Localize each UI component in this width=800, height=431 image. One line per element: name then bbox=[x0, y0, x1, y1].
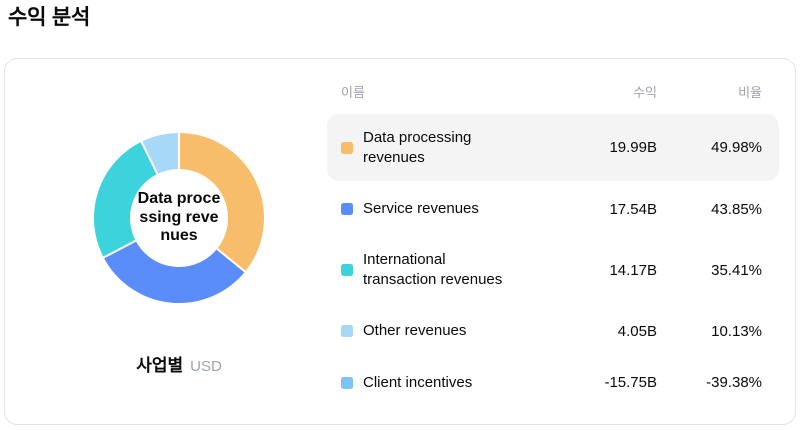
table-row[interactable]: International transaction revenues 14.17… bbox=[327, 237, 779, 303]
page-title: 수익 분석 bbox=[8, 4, 90, 32]
series-name: Other revenues bbox=[363, 321, 521, 341]
column-header-ratio: 비율 bbox=[657, 82, 762, 101]
donut-segment[interactable] bbox=[93, 141, 158, 258]
ratio-value: -39.38% bbox=[657, 374, 762, 391]
series-name: Data processing revenues bbox=[363, 128, 521, 168]
donut-chart[interactable]: Data processing revenues bbox=[75, 114, 283, 322]
legend-table: 이름 수익 비율 Data processing revenues 19.99B… bbox=[327, 59, 795, 424]
ratio-value: 43.85% bbox=[657, 201, 762, 218]
legend-color-swatch bbox=[341, 325, 353, 337]
legend-color-swatch bbox=[341, 142, 353, 154]
chart-caption: 사업별 USD bbox=[5, 351, 353, 376]
series-name: Service revenues bbox=[363, 199, 521, 219]
table-header-row: 이름 수익 비율 bbox=[327, 76, 779, 114]
table-row[interactable]: Data processing revenues 19.99B 49.98% bbox=[327, 114, 779, 181]
legend-color-swatch bbox=[341, 264, 353, 276]
donut-segment[interactable] bbox=[179, 132, 265, 272]
revenue-value: 4.05B bbox=[521, 323, 657, 340]
revenue-value: 19.99B bbox=[521, 139, 657, 156]
ratio-value: 49.98% bbox=[657, 139, 762, 156]
table-row[interactable]: Client incentives -15.75B -39.38% bbox=[327, 359, 779, 406]
ratio-value: 35.41% bbox=[657, 262, 762, 279]
revenue-breakdown-card: Data processing revenues 사업별 USD 이름 수익 비율… bbox=[4, 58, 796, 425]
donut-chart-svg[interactable] bbox=[75, 114, 283, 322]
table-body: Data processing revenues 19.99B 49.98% S… bbox=[327, 114, 779, 406]
group-by-label: 사업별 bbox=[136, 356, 183, 375]
ratio-value: 10.13% bbox=[657, 323, 762, 340]
series-name: International transaction revenues bbox=[363, 250, 521, 290]
table-row[interactable]: Service revenues 17.54B 43.85% bbox=[327, 181, 779, 237]
currency-unit-label: USD bbox=[190, 358, 222, 375]
revenue-value: -15.75B bbox=[521, 374, 657, 391]
donut-chart-pane: Data processing revenues 사업별 USD bbox=[5, 59, 327, 424]
revenue-value: 14.17B bbox=[521, 262, 657, 279]
revenue-value: 17.54B bbox=[521, 201, 657, 218]
legend-color-swatch bbox=[341, 203, 353, 215]
series-name: Client incentives bbox=[363, 373, 521, 393]
revenue-analysis-page: 수익 분석 Data processing revenues 사업별 USD 이름… bbox=[0, 0, 800, 431]
column-header-revenue: 수익 bbox=[521, 82, 657, 101]
column-header-name: 이름 bbox=[341, 82, 521, 101]
table-row[interactable]: Other revenues 4.05B 10.13% bbox=[327, 303, 779, 359]
legend-color-swatch bbox=[341, 377, 353, 389]
